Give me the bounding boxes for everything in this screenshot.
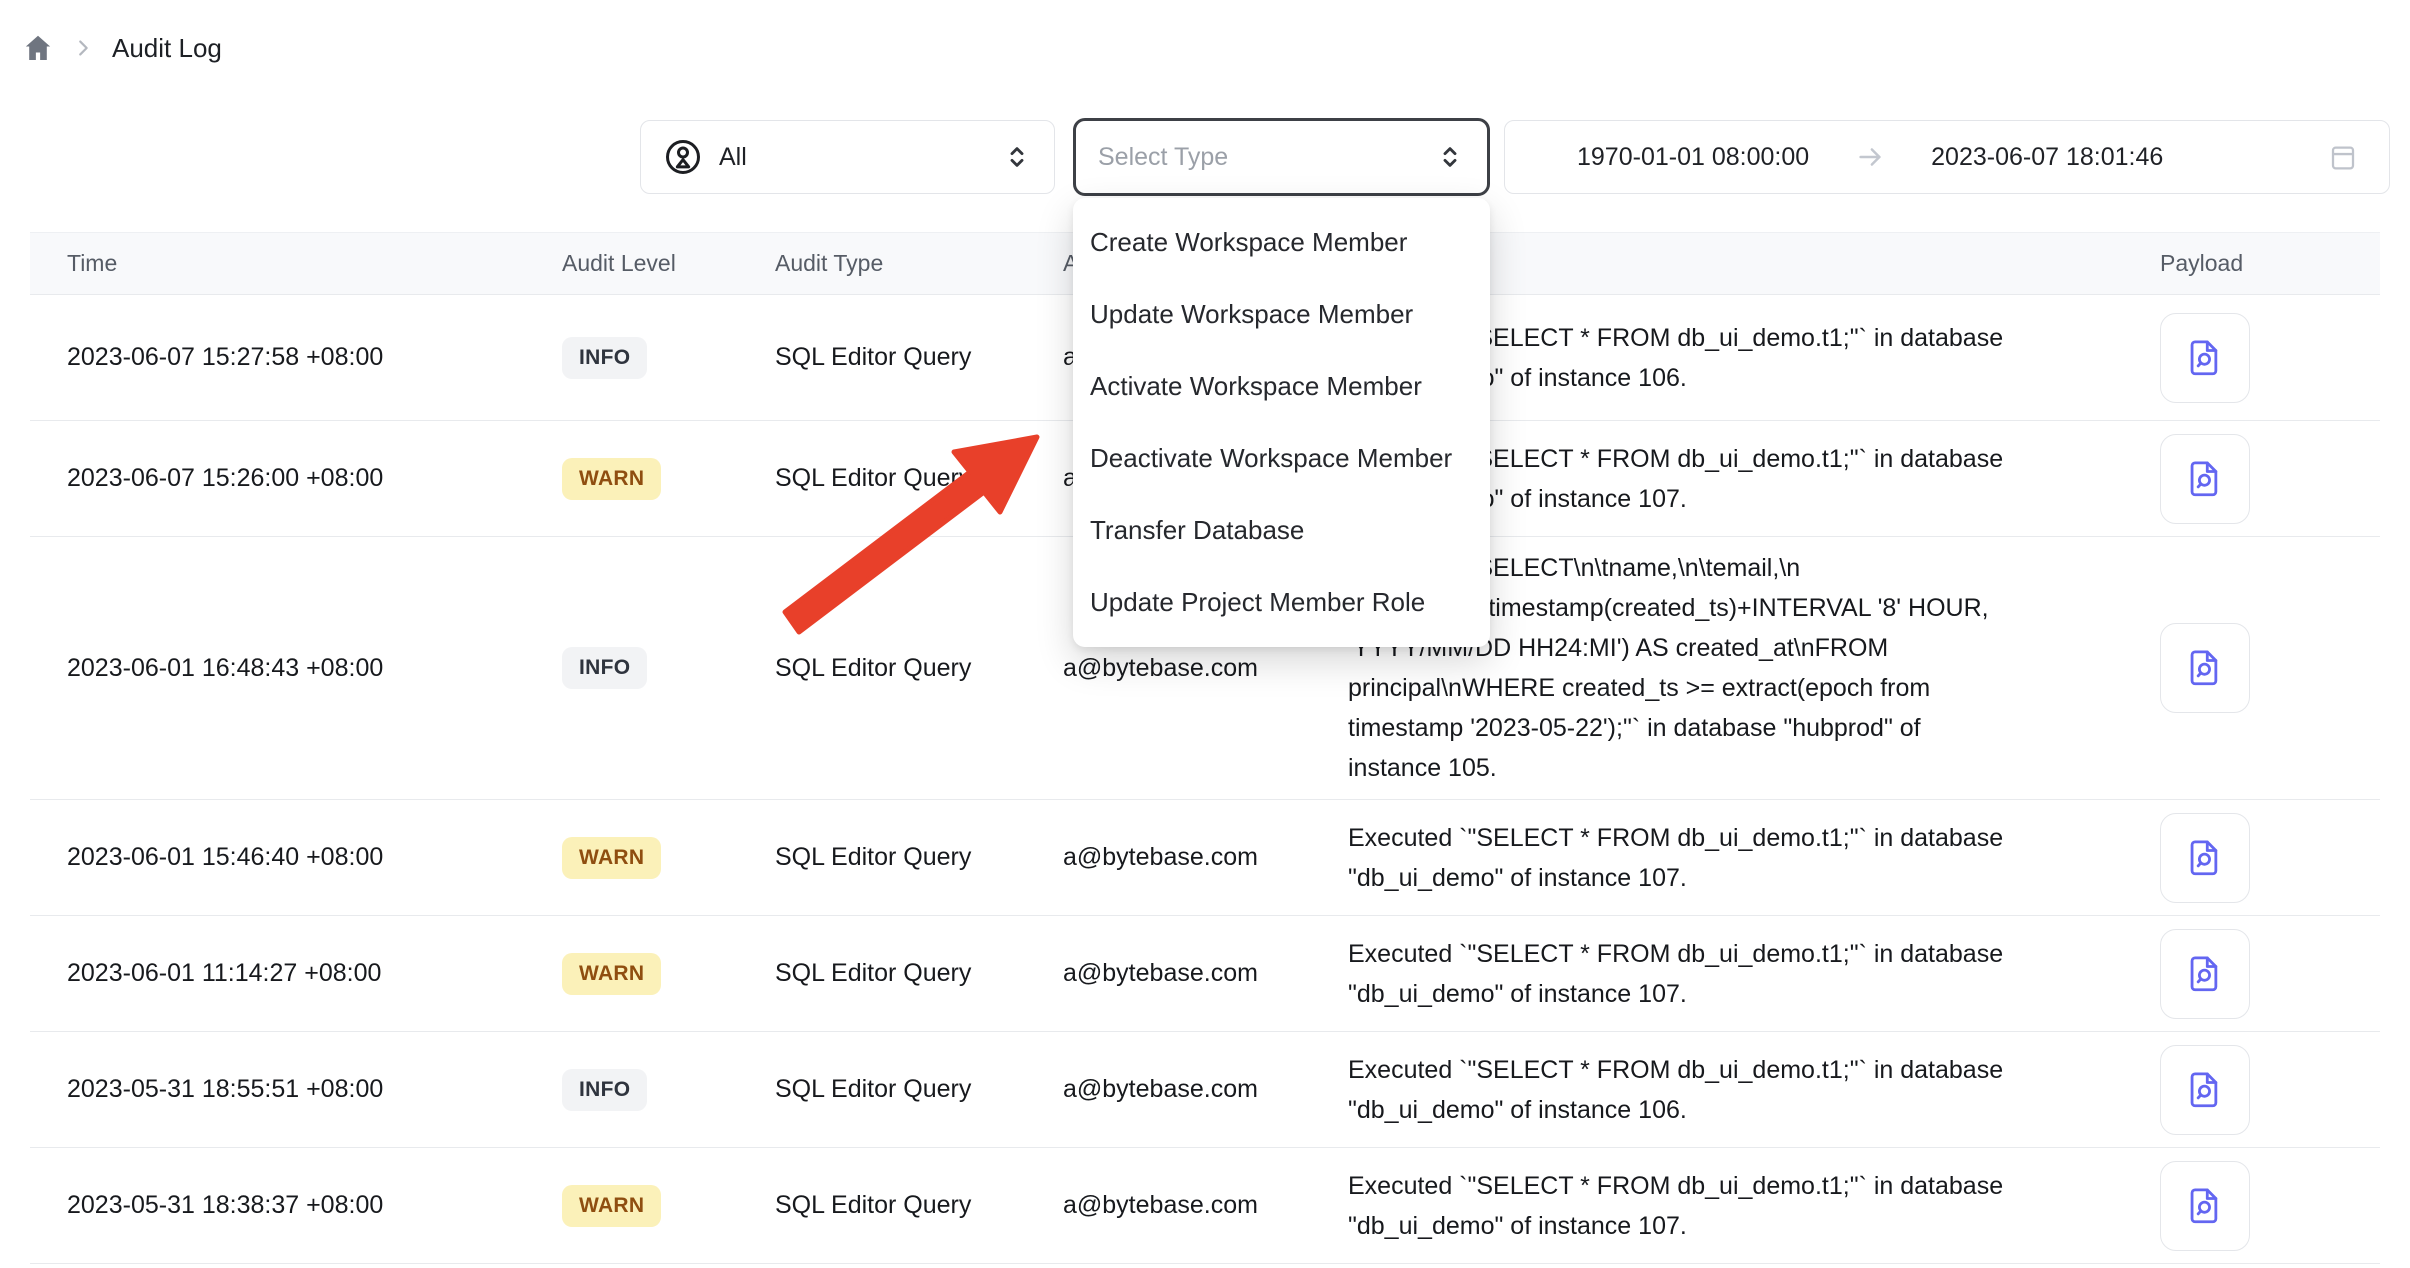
cell-comment: Executed `"SELECT * FROM db_ui_demo.t1;"… <box>1348 818 2140 898</box>
payload-view-button[interactable] <box>2160 434 2250 524</box>
date-range-start[interactable]: 1970-01-01 08:00:00 <box>1577 143 1809 172</box>
chevron-updown-icon <box>1002 142 1032 172</box>
file-search-icon <box>2184 837 2226 879</box>
cell-actor: a@bytebase.com <box>1063 1075 1348 1104</box>
chevron-updown-icon <box>1435 142 1465 172</box>
audit-level-badge: WARN <box>562 953 661 995</box>
cell-time: 2023-06-01 16:48:43 +08:00 <box>30 654 557 683</box>
column-header-payload: Payload <box>2140 250 2380 277</box>
table-row: 2023-05-31 18:38:37 +08:00 WARN SQL Edit… <box>30 1148 2380 1264</box>
breadcrumb: Audit Log <box>22 26 222 70</box>
cell-audit-type: SQL Editor Query <box>775 1191 1063 1220</box>
cell-time: 2023-06-01 11:14:27 +08:00 <box>30 959 557 988</box>
cell-audit-type: SQL Editor Query <box>775 959 1063 988</box>
arrow-right-icon <box>1855 142 1885 172</box>
cell-time: 2023-05-31 18:55:51 +08:00 <box>30 1075 557 1104</box>
page-title: Audit Log <box>112 33 222 64</box>
home-icon[interactable] <box>22 32 54 64</box>
payload-view-button[interactable] <box>2160 1161 2250 1251</box>
cell-time: 2023-06-07 15:27:58 +08:00 <box>30 343 557 372</box>
dropdown-option[interactable]: Transfer Database <box>1073 494 1490 566</box>
cell-time: 2023-06-07 15:26:00 +08:00 <box>30 464 557 493</box>
audit-level-badge: WARN <box>562 458 661 500</box>
type-select-dropdown: Create Workspace Member Update Workspace… <box>1073 198 1490 647</box>
cell-time: 2023-05-31 18:38:37 +08:00 <box>30 1191 557 1220</box>
column-header-type: Audit Type <box>775 250 1063 277</box>
cell-audit-type: SQL Editor Query <box>775 654 1063 683</box>
cell-actor: a@bytebase.com <box>1063 654 1348 683</box>
dropdown-option[interactable]: Activate Workspace Member <box>1073 350 1490 422</box>
cell-audit-type: SQL Editor Query <box>775 1075 1063 1104</box>
type-filter-placeholder: Select Type <box>1098 143 1228 172</box>
actor-filter-select[interactable]: All <box>640 120 1055 194</box>
date-range-end[interactable]: 2023-06-07 18:01:46 <box>1931 143 2163 172</box>
breadcrumb-chevron-icon <box>72 37 94 59</box>
file-search-icon <box>2184 953 2226 995</box>
table-row: 2023-05-31 18:55:51 +08:00 INFO SQL Edit… <box>30 1032 2380 1148</box>
dropdown-option[interactable]: Update Workspace Member <box>1073 278 1490 350</box>
cell-time: 2023-06-01 15:46:40 +08:00 <box>30 843 557 872</box>
cell-audit-type: SQL Editor Query <box>775 343 1063 372</box>
file-search-icon <box>2184 647 2226 689</box>
date-range-picker[interactable]: 1970-01-01 08:00:00 2023-06-07 18:01:46 <box>1504 120 2390 194</box>
cell-audit-type: SQL Editor Query <box>775 464 1063 493</box>
calendar-icon <box>2327 141 2359 173</box>
payload-view-button[interactable] <box>2160 623 2250 713</box>
audit-level-badge: INFO <box>562 1069 647 1111</box>
audit-level-badge: WARN <box>562 837 661 879</box>
payload-view-button[interactable] <box>2160 313 2250 403</box>
cell-audit-type: SQL Editor Query <box>775 843 1063 872</box>
column-header-level: Audit Level <box>557 250 775 277</box>
person-circle-icon <box>663 137 703 177</box>
audit-level-badge: INFO <box>562 647 647 689</box>
payload-view-button[interactable] <box>2160 929 2250 1019</box>
file-search-icon <box>2184 337 2226 379</box>
cell-actor: a@bytebase.com <box>1063 1191 1348 1220</box>
table-row: 2023-06-01 15:46:40 +08:00 WARN SQL Edit… <box>30 800 2380 916</box>
type-filter-select[interactable]: Select Type <box>1073 118 1490 196</box>
file-search-icon <box>2184 458 2226 500</box>
cell-comment: Executed `"SELECT * FROM db_ui_demo.t1;"… <box>1348 934 2140 1014</box>
dropdown-option[interactable]: Update Project Member Role <box>1073 566 1490 638</box>
payload-view-button[interactable] <box>2160 1045 2250 1135</box>
column-header-time: Time <box>30 250 557 277</box>
payload-view-button[interactable] <box>2160 813 2250 903</box>
audit-level-badge: WARN <box>562 1185 661 1227</box>
cell-actor: a@bytebase.com <box>1063 959 1348 988</box>
dropdown-option[interactable]: Deactivate Workspace Member <box>1073 422 1490 494</box>
file-search-icon <box>2184 1185 2226 1227</box>
dropdown-option[interactable]: Create Workspace Member <box>1073 206 1490 278</box>
file-search-icon <box>2184 1069 2226 1111</box>
table-row: 2023-06-01 11:14:27 +08:00 WARN SQL Edit… <box>30 916 2380 1032</box>
actor-filter-value: All <box>719 143 747 172</box>
cell-comment: Executed `"SELECT * FROM db_ui_demo.t1;"… <box>1348 1050 2140 1130</box>
cell-comment: Executed `"SELECT * FROM db_ui_demo.t1;"… <box>1348 1166 2140 1246</box>
cell-actor: a@bytebase.com <box>1063 843 1348 872</box>
audit-level-badge: INFO <box>562 337 647 379</box>
